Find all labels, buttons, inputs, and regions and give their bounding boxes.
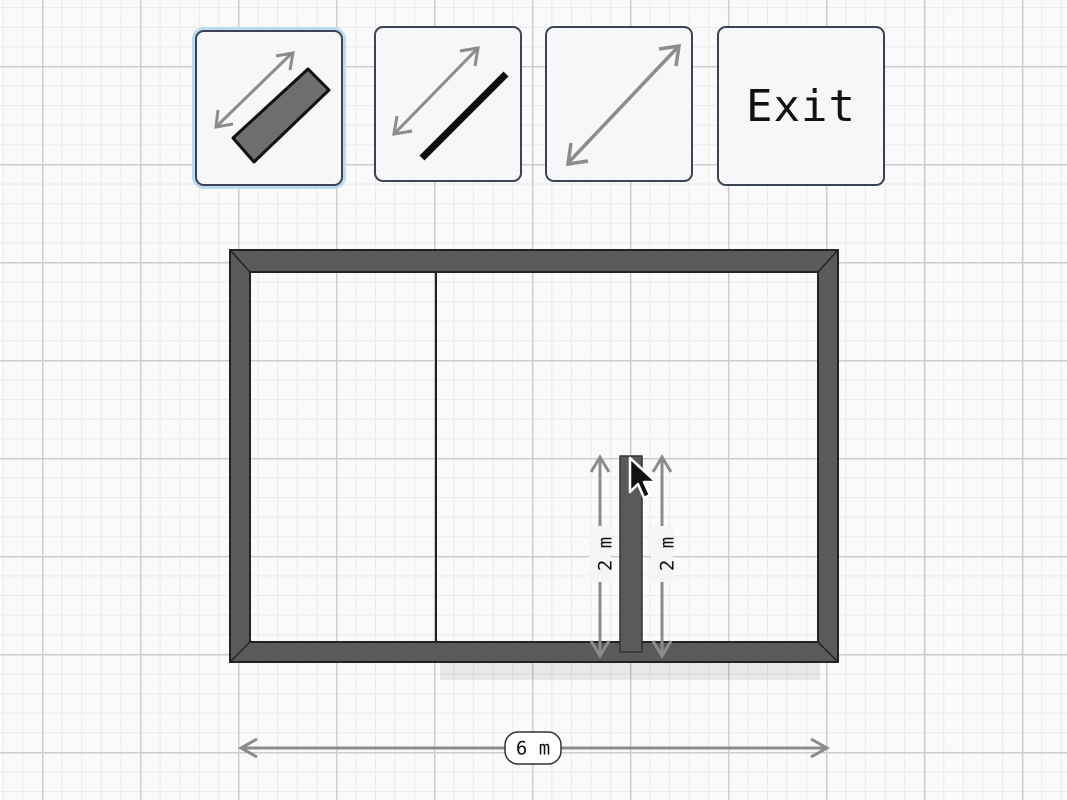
right-wall-length-label: 2 m	[657, 537, 679, 571]
room-walls[interactable]	[229, 249, 839, 663]
wall-thick-icon	[214, 51, 331, 164]
bottom-width-dimension: 6 m	[237, 731, 831, 765]
left-wall-length-label: 2 m	[595, 537, 617, 571]
shadow-band	[440, 662, 820, 680]
floor-plan: 2 m 2 m 6 m	[229, 249, 839, 765]
dimension-arrow-icon	[565, 43, 682, 167]
exit-button[interactable]: Exit	[717, 26, 885, 186]
line-tool-button[interactable]	[374, 26, 522, 182]
left-wall-dimension: 2 m	[589, 454, 617, 659]
wall-tool-button[interactable]	[195, 30, 343, 186]
wall-thin-icon	[392, 46, 509, 161]
dimension-tool-button[interactable]	[545, 26, 693, 182]
right-wall-dimension: 2 m	[651, 454, 679, 659]
exit-label: Exit	[746, 80, 856, 132]
bottom-width-label: 6 m	[516, 738, 550, 760]
